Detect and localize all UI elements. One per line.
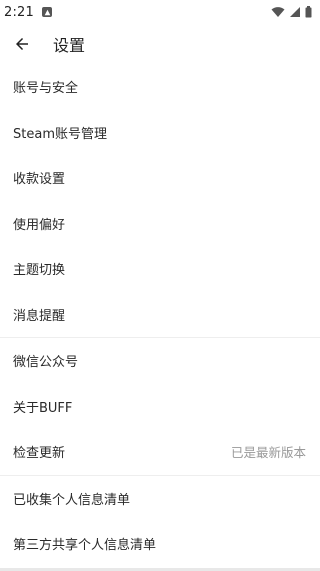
settings-item-collected-info[interactable]: 已收集个人信息清单 <box>0 476 320 522</box>
settings-item-label: 检查更新 <box>13 446 66 462</box>
back-button[interactable] <box>2 24 42 64</box>
settings-item-label: 微信公众号 <box>13 355 79 371</box>
settings-item-account-security[interactable]: 账号与安全 <box>0 64 320 110</box>
settings-item-label: 消息提醒 <box>13 308 66 324</box>
settings-item-notifications[interactable]: 消息提醒 <box>0 292 320 338</box>
settings-item-check-update[interactable]: 检查更新 已是最新版本 <box>0 429 320 475</box>
settings-item-wechat[interactable]: 微信公众号 <box>0 338 320 384</box>
arrow-left-icon <box>16 38 28 50</box>
settings-item-label: 使用偏好 <box>13 217 66 233</box>
status-bar-left: 2:21 <box>4 5 52 20</box>
app-bar: 设置 <box>0 24 320 64</box>
settings-item-label: 已收集个人信息清单 <box>13 492 131 508</box>
settings-item-third-party-info[interactable]: 第三方共享个人信息清单 <box>0 521 320 567</box>
settings-item-label: 收款设置 <box>13 172 66 188</box>
settings-item-label: 账号与安全 <box>13 81 79 97</box>
settings-item-label: Steam账号管理 <box>13 126 107 142</box>
settings-item-label: 主题切换 <box>13 263 66 279</box>
cell-signal-icon <box>290 7 300 17</box>
app-notification-icon <box>42 7 52 17</box>
status-bar: 2:21 <box>0 0 320 24</box>
settings-item-preferences[interactable]: 使用偏好 <box>0 201 320 247</box>
settings-item-steam-accounts[interactable]: Steam账号管理 <box>0 110 320 156</box>
page-title: 设置 <box>53 36 86 55</box>
battery-icon <box>305 6 312 18</box>
status-time: 2:21 <box>4 4 34 20</box>
settings-item-payment[interactable]: 收款设置 <box>0 155 320 201</box>
settings-item-theme[interactable]: 主题切换 <box>0 246 320 292</box>
update-status: 已是最新版本 <box>230 445 306 461</box>
settings-item-label: 第三方共享个人信息清单 <box>13 538 157 554</box>
wifi-icon <box>271 7 285 17</box>
status-bar-right <box>271 6 312 18</box>
settings-item-label: 关于BUFF <box>13 400 73 416</box>
settings-item-about[interactable]: 关于BUFF <box>0 384 320 430</box>
settings-list: 账号与安全 Steam账号管理 收款设置 使用偏好 主题切换 消息提醒 微信公众… <box>0 64 320 567</box>
